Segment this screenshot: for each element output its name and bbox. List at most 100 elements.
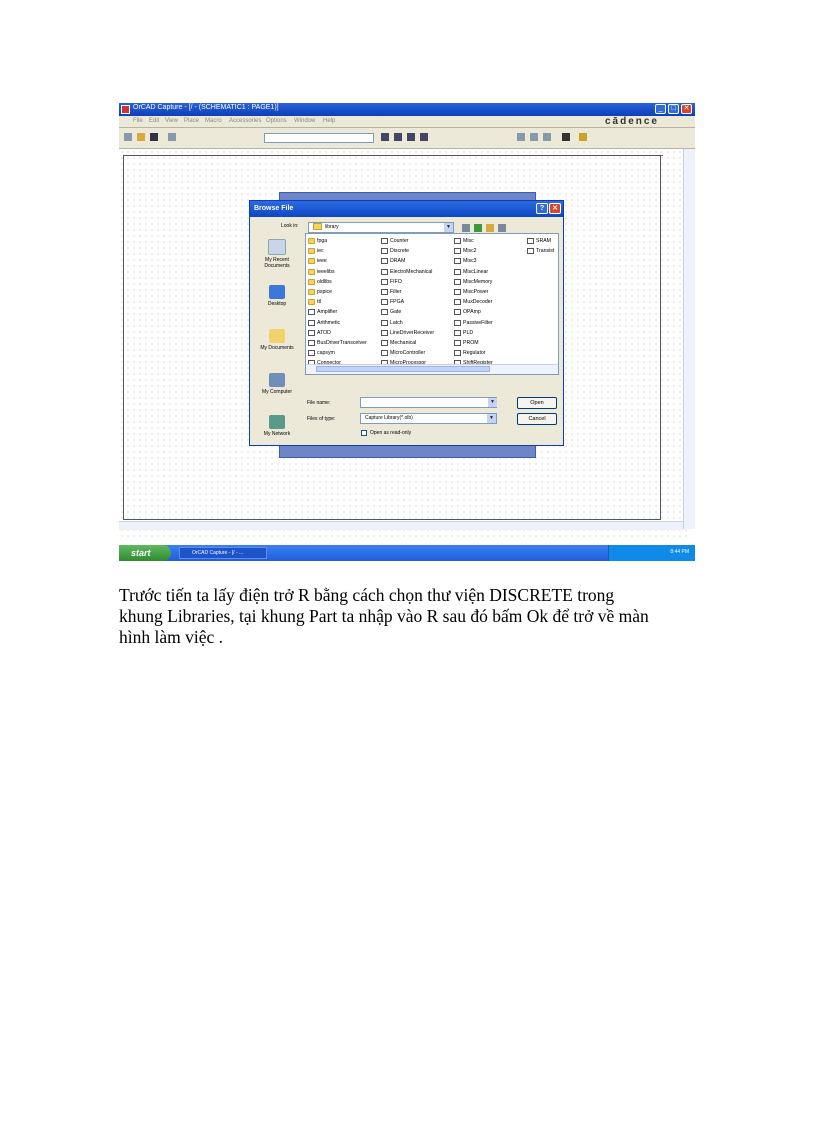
menu-macro[interactable]: Macro bbox=[205, 118, 222, 124]
file-item[interactable]: MiscPower bbox=[454, 287, 493, 297]
menu-window[interactable]: Window bbox=[294, 118, 315, 124]
start-button[interactable]: start bbox=[119, 545, 171, 561]
file-item[interactable]: pspice bbox=[308, 287, 367, 297]
up-folder-icon[interactable] bbox=[474, 224, 482, 232]
file-item[interactable]: MuxDecoder bbox=[454, 297, 493, 307]
taskbar-item-orcad[interactable]: OrCAD Capture - [/ - ... bbox=[179, 547, 267, 559]
new-icon[interactable] bbox=[124, 133, 132, 141]
dialog-close-button[interactable]: ✕ bbox=[549, 203, 561, 214]
read-only-label: Open as read-only bbox=[370, 430, 412, 436]
file-name-input[interactable] bbox=[360, 397, 497, 408]
menu-file[interactable]: File bbox=[133, 118, 143, 124]
vertical-scrollbar[interactable] bbox=[683, 149, 695, 529]
maximize-button[interactable]: □ bbox=[668, 104, 679, 114]
look-in-combo[interactable]: library ▼ bbox=[308, 222, 454, 233]
tool-icon[interactable] bbox=[543, 133, 551, 141]
file-item[interactable]: Gate bbox=[381, 307, 434, 317]
menu-options[interactable]: Options bbox=[266, 118, 287, 124]
file-item[interactable]: Latch bbox=[381, 318, 434, 328]
place-my-network[interactable]: My Network bbox=[254, 415, 300, 437]
help-button[interactable]: ? bbox=[536, 203, 548, 214]
file-item[interactable]: ieee bbox=[308, 256, 367, 266]
cancel-button[interactable]: Cancel bbox=[517, 413, 557, 425]
file-item[interactable]: MicroController bbox=[381, 348, 434, 358]
file-item[interactable]: LineDriverReceiver bbox=[381, 328, 434, 338]
file-item[interactable]: Regulator bbox=[454, 348, 493, 358]
menu-place[interactable]: Place bbox=[184, 118, 199, 124]
menu-view[interactable]: View bbox=[165, 118, 178, 124]
file-item[interactable]: MiscMemory bbox=[454, 277, 493, 287]
zoom-area-icon[interactable] bbox=[407, 133, 415, 141]
place-my-documents[interactable]: My Documents bbox=[254, 329, 300, 351]
back-icon[interactable] bbox=[462, 224, 470, 232]
library-file-icon bbox=[454, 278, 461, 285]
library-file-icon bbox=[308, 350, 315, 357]
file-list-scrollbar[interactable] bbox=[306, 364, 558, 374]
file-item[interactable]: FIFO bbox=[381, 277, 434, 287]
file-item-label: ElectroMechanical bbox=[390, 268, 433, 275]
place-my-computer[interactable]: My Computer bbox=[254, 373, 300, 395]
minimize-button[interactable]: _ bbox=[655, 104, 666, 114]
file-item[interactable]: OPAmp bbox=[454, 307, 493, 317]
file-item[interactable]: Misc3 bbox=[454, 256, 493, 266]
file-list[interactable]: fpga iec ieee ieeelibs oldlibs pspice ttl Ampli… bbox=[305, 233, 559, 375]
file-item-label: Misc3 bbox=[463, 258, 477, 265]
file-item[interactable]: SRAM bbox=[527, 236, 554, 246]
place-desktop[interactable]: Desktop bbox=[254, 285, 300, 307]
file-item[interactable]: ATOD bbox=[308, 328, 367, 338]
file-item[interactable]: Amplifier bbox=[308, 307, 367, 317]
library-file-icon bbox=[454, 350, 461, 357]
file-item[interactable]: PLD bbox=[454, 328, 493, 338]
file-item[interactable]: MiscLinear bbox=[454, 267, 493, 277]
tool-icon[interactable] bbox=[517, 133, 525, 141]
file-item[interactable]: Discrete bbox=[381, 246, 434, 256]
menu-accessories[interactable]: Accessories bbox=[229, 118, 261, 124]
chevron-down-icon[interactable]: ▼ bbox=[488, 398, 497, 407]
save-icon[interactable] bbox=[150, 133, 158, 141]
file-item[interactable]: DRAM bbox=[381, 256, 434, 266]
scroll-thumb[interactable] bbox=[316, 366, 490, 372]
tool-icon[interactable] bbox=[530, 133, 538, 141]
file-item[interactable]: Filter bbox=[381, 287, 434, 297]
horizontal-scrollbar[interactable] bbox=[119, 521, 683, 530]
chevron-down-icon[interactable]: ▼ bbox=[444, 223, 453, 232]
file-item[interactable]: ElectroMechanical bbox=[381, 267, 434, 277]
file-item[interactable]: Arithmetic bbox=[308, 318, 367, 328]
help-icon[interactable] bbox=[579, 133, 587, 141]
file-item[interactable]: PassiveFilter bbox=[454, 318, 493, 328]
place-label: My Recent Documents bbox=[264, 257, 290, 269]
place-recent[interactable]: My Recent Documents bbox=[254, 239, 300, 269]
close-button[interactable]: ✕ bbox=[681, 104, 692, 114]
print-icon[interactable] bbox=[168, 133, 176, 141]
chevron-down-icon[interactable]: ▼ bbox=[487, 414, 496, 423]
zoom-in-icon[interactable] bbox=[381, 133, 389, 141]
file-item[interactable]: ttl bbox=[308, 297, 367, 307]
file-item[interactable]: Misc bbox=[454, 236, 493, 246]
menu-edit[interactable]: Edit bbox=[149, 118, 159, 124]
file-item[interactable]: capsym bbox=[308, 348, 367, 358]
read-only-checkbox[interactable] bbox=[361, 430, 367, 436]
file-item[interactable]: fpga bbox=[308, 236, 367, 246]
tool-icon[interactable] bbox=[562, 133, 570, 141]
file-item[interactable]: iec bbox=[308, 246, 367, 256]
file-item[interactable]: FPGA bbox=[381, 297, 434, 307]
file-item[interactable]: Mechanical bbox=[381, 338, 434, 348]
new-folder-icon[interactable] bbox=[486, 224, 494, 232]
file-item[interactable]: ieeelibs bbox=[308, 267, 367, 277]
view-menu-icon[interactable] bbox=[498, 224, 506, 232]
open-button[interactable]: Open bbox=[517, 397, 557, 409]
open-icon[interactable] bbox=[137, 133, 145, 141]
my-network-icon bbox=[269, 415, 285, 429]
file-item[interactable]: PROM bbox=[454, 338, 493, 348]
file-item[interactable]: oldlibs bbox=[308, 277, 367, 287]
zoom-out-icon[interactable] bbox=[394, 133, 402, 141]
folder-icon bbox=[308, 299, 315, 306]
file-item[interactable]: Transist bbox=[527, 246, 554, 256]
toolbar-combo[interactable] bbox=[264, 133, 374, 143]
file-item[interactable]: Counter bbox=[381, 236, 434, 246]
files-of-type-select[interactable]: Capture Library(*.olb) ▼ bbox=[360, 413, 497, 424]
file-item[interactable]: Misc2 bbox=[454, 246, 493, 256]
zoom-all-icon[interactable] bbox=[420, 133, 428, 141]
menu-help[interactable]: Help bbox=[323, 118, 335, 124]
file-item[interactable]: BusDriverTransceiver bbox=[308, 338, 367, 348]
